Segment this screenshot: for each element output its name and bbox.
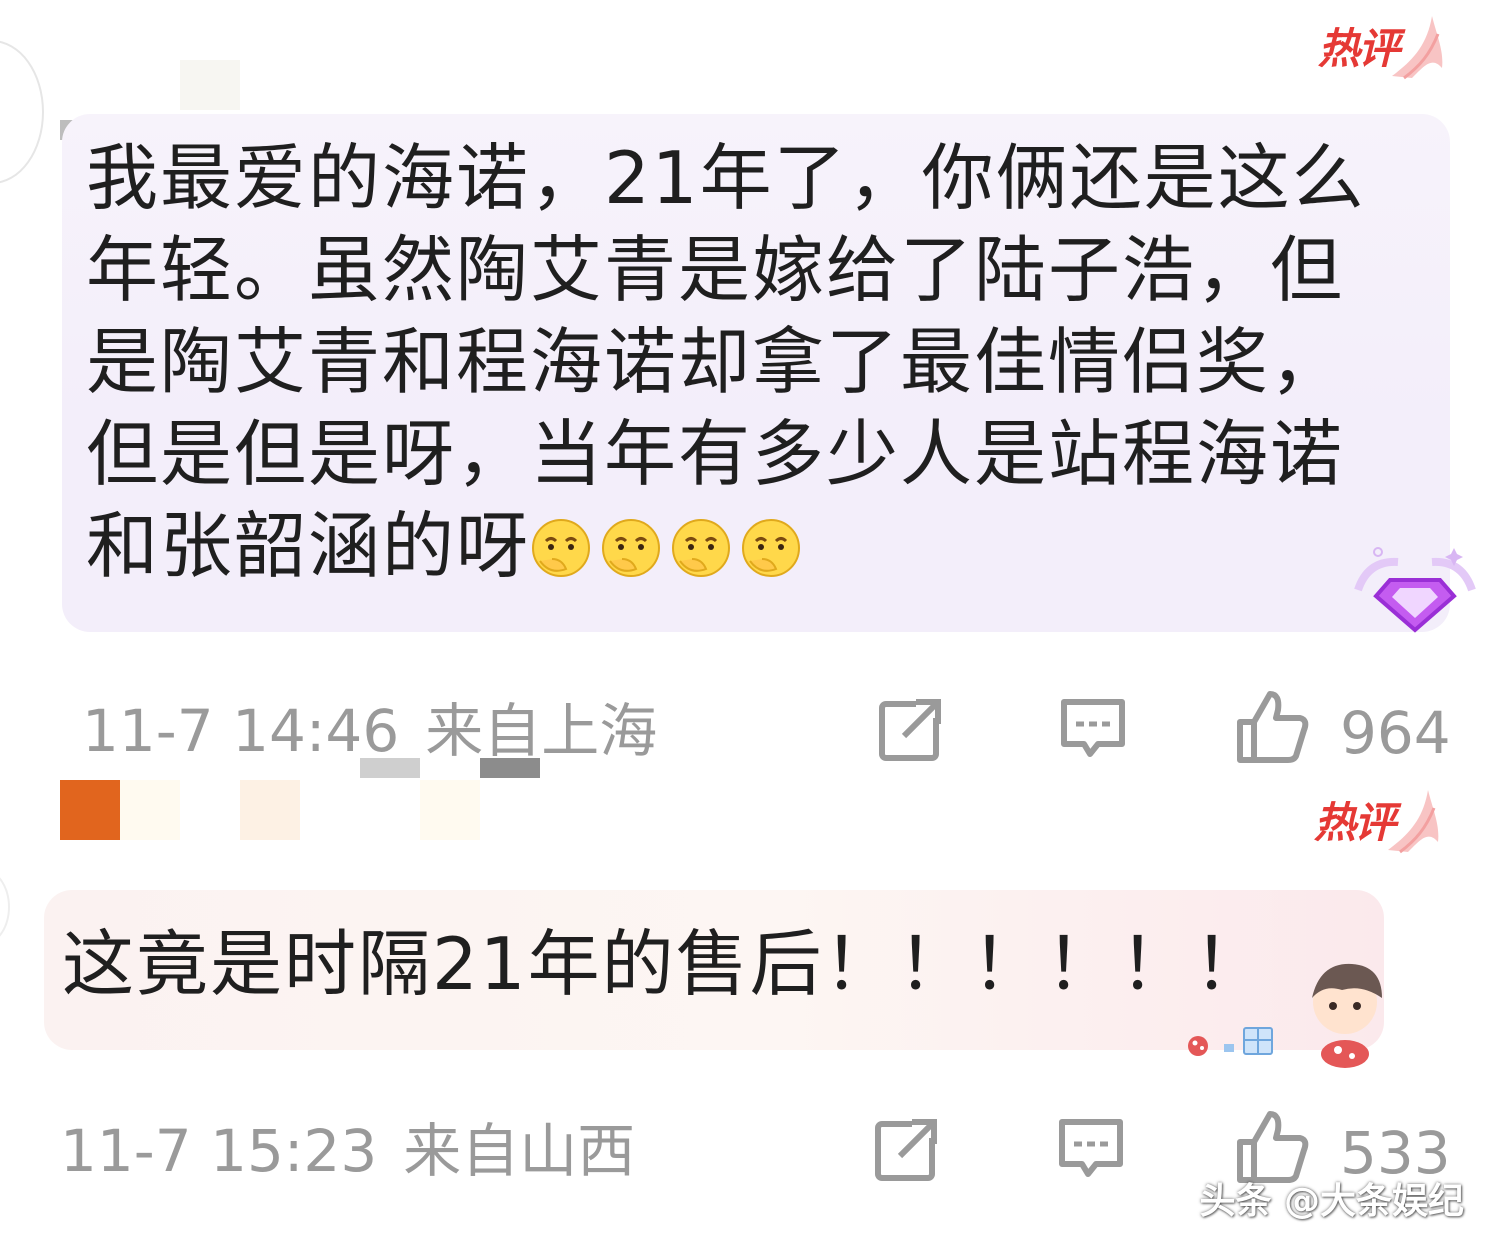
blurred-username (180, 60, 240, 110)
comment-time: 11-7 15:23 (60, 1117, 378, 1185)
comment-icon[interactable] (1058, 694, 1128, 764)
comment-text: 这竟是时隔21年的售后！！！！！！ (62, 922, 1268, 1006)
blurred-username (120, 780, 180, 840)
blurred-username (360, 758, 420, 778)
blurred-username (420, 780, 480, 840)
share-icon[interactable] (872, 1114, 942, 1184)
blurred-username (60, 780, 120, 840)
thinking-face-icon (672, 519, 731, 577)
watermark: 头条 @大条娱纪 (1199, 1181, 1464, 1222)
comment-location: 来自上海 (425, 697, 658, 765)
comment-meta: 11-7 14:46 来自上海 (82, 702, 657, 760)
thinking-face-icon (532, 519, 591, 577)
comment-meta: 11-7 15:23 来自山西 (60, 1122, 635, 1180)
blurred-username (480, 758, 540, 778)
thinking-face-icon (602, 519, 661, 577)
emoji-row (530, 504, 810, 588)
avatar[interactable] (0, 870, 10, 944)
comment-text: 我最爱的海诺，21年了，你俩还是这么年轻。虽然陶艾青是嫁给了陆子浩，但是陶艾青和… (86, 136, 1366, 588)
hot-badge-label: 热评 (1314, 798, 1396, 847)
like-count: 964 (1340, 699, 1451, 767)
cartoon-boy-sticker (1188, 963, 1382, 1068)
hot-comment-badge: 热评 (1312, 6, 1452, 96)
blurred-username (240, 780, 300, 840)
comment-time: 11-7 14:46 (82, 697, 400, 765)
share-icon[interactable] (876, 694, 946, 764)
diamond-badge-icon (1354, 547, 1476, 633)
hot-comment-badge: 热评 (1308, 780, 1448, 870)
comment-location: 来自山西 (403, 1117, 636, 1185)
avatar[interactable] (0, 40, 44, 184)
hot-badge-label: 热评 (1318, 24, 1400, 73)
thumbs-up-icon[interactable] (1236, 688, 1310, 764)
thinking-face-icon (742, 519, 801, 577)
comment-icon[interactable] (1056, 1114, 1126, 1184)
